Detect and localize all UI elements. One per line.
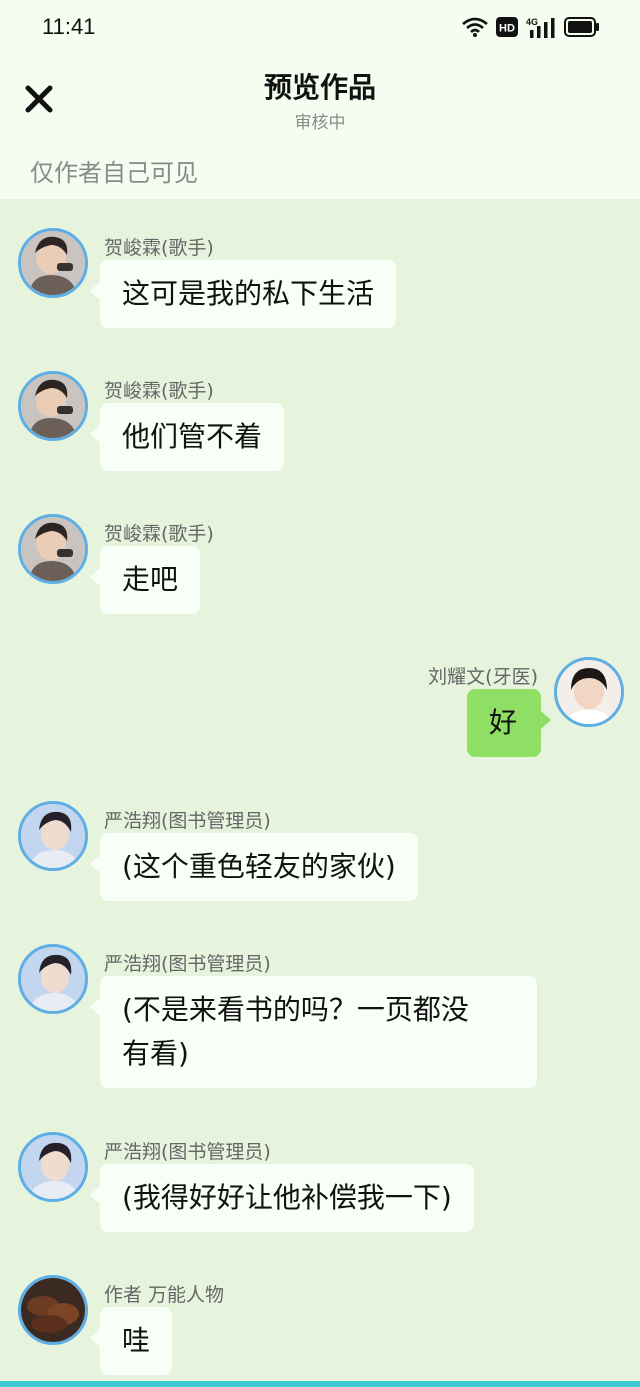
hd-label: HD — [499, 23, 515, 35]
message-bubble[interactable]: 好 — [467, 689, 551, 757]
avatar[interactable] — [18, 944, 88, 1014]
status-bar: 11:41 HD 4G — [0, 0, 640, 56]
sender-name: 严浩翔(图书管理员) — [104, 810, 271, 832]
sender-name: 严浩翔(图书管理员) — [104, 953, 271, 975]
wifi-icon — [462, 17, 488, 37]
hd-icon: HD — [496, 17, 518, 37]
sender-name: 贺峻霖(歌手) — [104, 237, 214, 259]
avatar-image — [21, 517, 85, 581]
avatar[interactable] — [18, 228, 88, 298]
avatar[interactable] — [18, 371, 88, 441]
message-text-line: 有看) — [122, 1037, 189, 1070]
sender-name: 贺峻霖(歌手) — [104, 380, 214, 402]
status-icons: HD 4G — [462, 16, 600, 38]
header: 预览作品 审核中 仅作者自己可见 — [0, 56, 640, 199]
sender-name: 作者 万能人物 — [104, 1284, 225, 1306]
avatar[interactable] — [554, 657, 624, 727]
message-bubble[interactable]: (这个重色轻友的家伙) — [90, 833, 418, 901]
message-bubble[interactable]: 哇 — [89, 1307, 173, 1375]
status-time: 11:41 — [42, 14, 96, 39]
review-status: 审核中 — [294, 113, 346, 133]
message-bubble[interactable]: 走吧 — [89, 546, 201, 614]
bottom-accent-bar — [0, 1381, 640, 1387]
avatar[interactable] — [18, 1275, 88, 1345]
avatar[interactable] — [18, 801, 88, 871]
avatar[interactable] — [18, 1132, 88, 1202]
page-title: 预览作品 — [263, 71, 376, 104]
avatar[interactable] — [18, 514, 88, 584]
4g-signal-icon: 4G — [526, 17, 555, 38]
visibility-notice: 仅作者自己可见 — [30, 159, 198, 187]
avatar-image — [21, 947, 85, 1011]
avatar-image — [557, 660, 621, 724]
avatar-image — [21, 804, 85, 868]
sender-name: 贺峻霖(歌手) — [104, 523, 214, 545]
network-label: 4G — [526, 17, 538, 27]
avatar-image — [21, 1135, 85, 1199]
battery-icon — [564, 17, 599, 37]
sender-name: 刘耀文(牙医) — [428, 666, 538, 688]
message-bubble[interactable]: (不是来看书的吗？一页都没 有看) — [90, 976, 537, 1088]
avatar-image — [21, 231, 85, 295]
message-text-line: (不是来看书的吗？一页都没 — [122, 993, 469, 1026]
sender-name: 严浩翔(图书管理员) — [104, 1141, 271, 1163]
message-bubble[interactable]: (我得好好让他补偿我一下) — [90, 1164, 474, 1232]
message-bubble[interactable]: 他们管不着 — [89, 403, 285, 471]
message-bubble[interactable]: 这可是我的私下生活 — [89, 260, 397, 328]
avatar-image — [21, 374, 85, 438]
avatar-image — [21, 1278, 85, 1342]
